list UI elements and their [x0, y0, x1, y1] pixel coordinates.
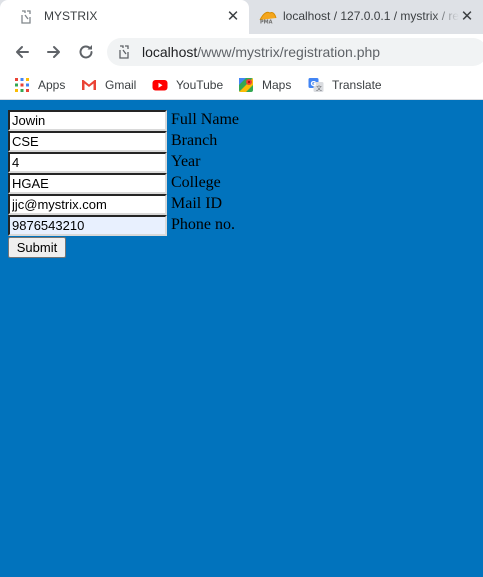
- branch-input[interactable]: [8, 131, 167, 152]
- year-label: Year: [171, 153, 201, 170]
- svg-text:文: 文: [316, 85, 322, 93]
- site-info-icon[interactable]: [117, 45, 131, 59]
- tab-phpmyadmin[interactable]: PMA localhost / 127.0.0.1 / mystrix / re…: [252, 0, 483, 34]
- reload-icon[interactable]: [74, 40, 98, 64]
- url-text: localhost/www/mystrix/registration.php: [142, 44, 380, 60]
- close-tab-icon[interactable]: ✕: [459, 9, 475, 25]
- translate-icon: G文: [308, 77, 324, 93]
- bookmark-label: Maps: [262, 78, 292, 92]
- tab-mystrix[interactable]: MYSTRIX ✕: [0, 0, 249, 34]
- bookmarks-bar: Apps Gmail YouTube Maps G文 Translate: [0, 70, 483, 100]
- url-host: localhost: [142, 44, 198, 60]
- full-name-input[interactable]: [8, 110, 167, 131]
- tab-strip: MYSTRIX ✕ PMA localhost / 127.0.0.1 / my…: [0, 0, 483, 34]
- bookmark-label: Apps: [38, 78, 66, 92]
- bookmark-apps[interactable]: Apps: [14, 76, 65, 94]
- forward-arrow-icon[interactable]: [42, 40, 66, 64]
- broken-page-icon: [19, 10, 33, 24]
- gmail-icon: [81, 77, 97, 93]
- svg-text:PMA: PMA: [260, 20, 273, 25]
- bookmark-maps[interactable]: Maps: [238, 76, 291, 94]
- year-input[interactable]: [8, 152, 167, 173]
- bookmark-youtube[interactable]: YouTube: [152, 76, 223, 94]
- submit-button[interactable]: Submit: [8, 237, 66, 258]
- branch-label: Branch: [171, 132, 218, 149]
- apps-grid-icon: [14, 77, 30, 93]
- bookmark-gmail[interactable]: Gmail: [81, 76, 136, 94]
- full-name-label: Full Name: [171, 111, 239, 128]
- college-input[interactable]: [8, 173, 167, 194]
- browser-toolbar: localhost/www/mystrix/registration.php: [0, 34, 483, 70]
- back-arrow-icon[interactable]: [10, 40, 34, 64]
- bookmark-translate[interactable]: G文 Translate: [308, 76, 382, 94]
- mail-id-label: Mail ID: [171, 195, 223, 212]
- maps-icon: [238, 77, 254, 93]
- bookmark-label: Gmail: [105, 78, 137, 92]
- college-label: College: [171, 174, 221, 191]
- bookmark-label: Translate: [332, 78, 382, 92]
- bookmark-label: YouTube: [176, 78, 224, 92]
- youtube-icon: [152, 77, 168, 93]
- phpmyadmin-icon: PMA: [259, 10, 277, 26]
- address-bar[interactable]: localhost/www/mystrix/registration.php: [107, 38, 483, 66]
- url-path: /www/mystrix/registration.php: [197, 44, 381, 60]
- close-tab-icon[interactable]: ✕: [225, 9, 241, 25]
- phone-input[interactable]: [8, 215, 167, 236]
- mail-id-input[interactable]: [8, 194, 167, 215]
- tab-title: MYSTRIX: [44, 9, 98, 23]
- phone-label: Phone no.: [171, 216, 235, 233]
